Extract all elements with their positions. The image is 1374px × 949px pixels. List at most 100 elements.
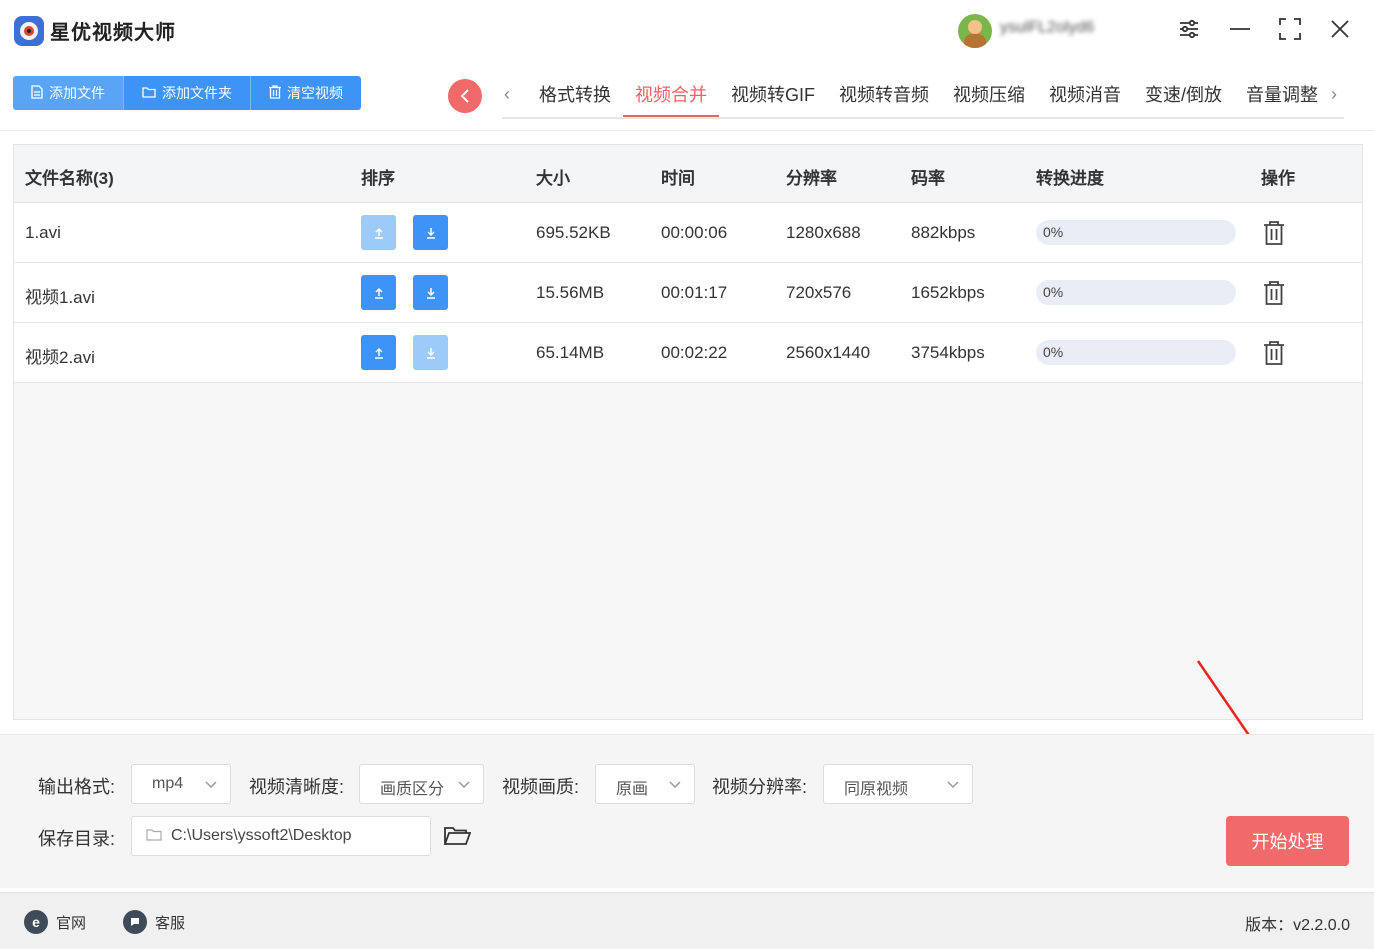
close-icon[interactable] bbox=[1327, 16, 1353, 42]
output-format-label: 输出格式: bbox=[38, 777, 116, 797]
chevron-left-icon bbox=[460, 89, 469, 103]
col-header-name: 文件名称(3) bbox=[25, 169, 114, 188]
save-directory-input[interactable]: C:\Users\yssoft2\Desktop bbox=[131, 816, 431, 856]
delete-icon[interactable] bbox=[1263, 220, 1285, 246]
tab-volume-adjust[interactable]: 音量调整 bbox=[1234, 80, 1330, 118]
table-row[interactable]: 1.avi 695.52KB 00:00:06 1280x688 882kbps… bbox=[14, 203, 1362, 263]
col-header-resolution: 分辨率 bbox=[786, 169, 837, 188]
video-quality-select[interactable]: 原画 bbox=[595, 764, 695, 804]
open-folder-icon[interactable] bbox=[443, 825, 472, 852]
video-clarity-value: 画质区分 bbox=[380, 781, 445, 798]
move-down-button[interactable] bbox=[413, 215, 448, 250]
progress-bar: 0% bbox=[1036, 340, 1236, 365]
move-up-button[interactable] bbox=[361, 335, 396, 370]
file-name: 视频1.avi bbox=[25, 288, 95, 307]
file-resolution: 2560x1440 bbox=[786, 343, 871, 362]
browser-e-icon: e bbox=[24, 910, 48, 934]
file-size: 695.52KB bbox=[536, 223, 611, 242]
file-toolbar: 添加文件 添加文件夹 清空视频 bbox=[13, 76, 361, 110]
tab-video-mute[interactable]: 视频消音 bbox=[1037, 80, 1133, 118]
tab-format-convert[interactable]: 格式转换 bbox=[527, 80, 623, 118]
save-directory-value: C:\Users\yssoft2\Desktop bbox=[171, 827, 352, 844]
support-link[interactable]: 客服 bbox=[123, 910, 185, 934]
move-down-button[interactable] bbox=[413, 335, 448, 370]
delete-icon[interactable] bbox=[1263, 280, 1285, 306]
video-clarity-select[interactable]: 画质区分 bbox=[359, 764, 484, 804]
add-file-button[interactable]: 添加文件 bbox=[13, 76, 124, 110]
website-label: 官网 bbox=[56, 914, 87, 932]
file-size: 15.56MB bbox=[536, 283, 605, 302]
output-settings-panel: 输出格式: mp4 视频清晰度: 画质区分 视频画质: 原画 视频分辨率: 同原… bbox=[0, 734, 1374, 888]
title-bar: 星优视频大师 ysulFL2olyd6 bbox=[0, 0, 1374, 60]
back-button[interactable] bbox=[448, 79, 482, 113]
version-text: 版本：v2.2.0.0 bbox=[1245, 917, 1350, 934]
output-format-value: mp4 bbox=[152, 775, 184, 792]
move-up-button[interactable] bbox=[361, 275, 396, 310]
move-up-button[interactable] bbox=[361, 215, 396, 250]
add-folder-button[interactable]: 添加文件夹 bbox=[124, 76, 251, 110]
add-file-label: 添加文件 bbox=[49, 85, 105, 101]
video-clarity-label: 视频清晰度: bbox=[249, 777, 345, 797]
video-resolution-select[interactable]: 同原视频 bbox=[823, 764, 973, 804]
tabs-scroll-left-icon[interactable]: ‹ bbox=[504, 84, 510, 105]
header-divider bbox=[0, 130, 1374, 131]
table-header: 文件名称(3) 排序 大小 时间 分辨率 码率 转换进度 操作 bbox=[14, 145, 1362, 203]
progress-bar: 0% bbox=[1036, 220, 1236, 245]
delete-icon[interactable] bbox=[1263, 340, 1285, 366]
maximize-icon[interactable] bbox=[1277, 16, 1303, 42]
folder-icon bbox=[142, 86, 156, 101]
progress-text: 0% bbox=[1043, 344, 1064, 360]
file-resolution: 1280x688 bbox=[786, 223, 861, 242]
tab-speed-reverse[interactable]: 变速/倒放 bbox=[1133, 80, 1234, 118]
progress-bar: 0% bbox=[1036, 280, 1236, 305]
file-name: 视频2.avi bbox=[25, 348, 95, 367]
chevron-down-icon bbox=[947, 781, 959, 789]
progress-text: 0% bbox=[1043, 224, 1064, 240]
website-link[interactable]: e 官网 bbox=[24, 910, 86, 934]
tab-video-merge[interactable]: 视频合并 bbox=[623, 80, 719, 118]
minimize-icon[interactable] bbox=[1227, 16, 1253, 42]
save-directory-label: 保存目录: bbox=[38, 829, 116, 849]
username[interactable]: ysulFL2olyd6 bbox=[1000, 19, 1094, 37]
support-label: 客服 bbox=[155, 914, 186, 932]
output-format-select[interactable]: mp4 bbox=[131, 764, 231, 804]
file-duration: 00:01:17 bbox=[661, 283, 728, 302]
file-bitrate: 3754kbps bbox=[911, 343, 985, 362]
video-resolution-value: 同原视频 bbox=[844, 781, 909, 798]
file-duration: 00:02:22 bbox=[661, 343, 728, 362]
settings-sliders-icon[interactable] bbox=[1176, 16, 1202, 42]
app-logo-icon bbox=[14, 16, 44, 46]
feature-tabs: 格式转换 视频合并 视频转GIF 视频转音频 视频压缩 视频消音 变速/倒放 音… bbox=[527, 80, 1330, 118]
table-row[interactable]: 视频1.avi 15.56MB 00:01:17 720x576 1652kbp… bbox=[14, 263, 1362, 323]
user-avatar[interactable] bbox=[958, 14, 992, 48]
video-quality-label: 视频画质: bbox=[502, 777, 580, 797]
progress-text: 0% bbox=[1043, 284, 1064, 300]
col-header-action: 操作 bbox=[1261, 169, 1295, 188]
file-bitrate: 1652kbps bbox=[911, 283, 985, 302]
clear-videos-label: 清空视频 bbox=[287, 85, 343, 101]
arrow-down-icon bbox=[426, 287, 435, 299]
col-header-progress: 转换进度 bbox=[1036, 169, 1104, 188]
col-header-time: 时间 bbox=[661, 169, 695, 188]
move-down-button[interactable] bbox=[413, 275, 448, 310]
start-processing-button[interactable]: 开始处理 bbox=[1226, 816, 1349, 866]
file-name: 1.avi bbox=[25, 223, 61, 242]
file-resolution: 720x576 bbox=[786, 283, 852, 302]
tab-video-compress[interactable]: 视频压缩 bbox=[941, 80, 1037, 118]
arrow-down-icon bbox=[426, 227, 435, 239]
arrow-up-icon bbox=[374, 347, 383, 359]
tab-video-to-audio[interactable]: 视频转音频 bbox=[827, 80, 941, 118]
chevron-down-icon bbox=[669, 781, 681, 789]
file-table: 文件名称(3) 排序 大小 时间 分辨率 码率 转换进度 操作 1.avi 69… bbox=[13, 144, 1363, 720]
table-row[interactable]: 视频2.avi 65.14MB 00:02:22 2560x1440 3754k… bbox=[14, 323, 1362, 383]
trash-icon bbox=[269, 84, 281, 102]
tab-video-to-gif[interactable]: 视频转GIF bbox=[719, 80, 827, 118]
tabs-divider bbox=[502, 117, 1344, 119]
video-resolution-label: 视频分辨率: bbox=[712, 777, 808, 797]
tabs-scroll-right-icon[interactable]: › bbox=[1331, 84, 1337, 105]
video-quality-value: 原画 bbox=[616, 781, 649, 798]
arrow-down-icon bbox=[426, 347, 435, 359]
file-duration: 00:00:06 bbox=[661, 223, 728, 242]
clear-videos-button[interactable]: 清空视频 bbox=[251, 76, 361, 110]
file-bitrate: 882kbps bbox=[911, 223, 976, 242]
